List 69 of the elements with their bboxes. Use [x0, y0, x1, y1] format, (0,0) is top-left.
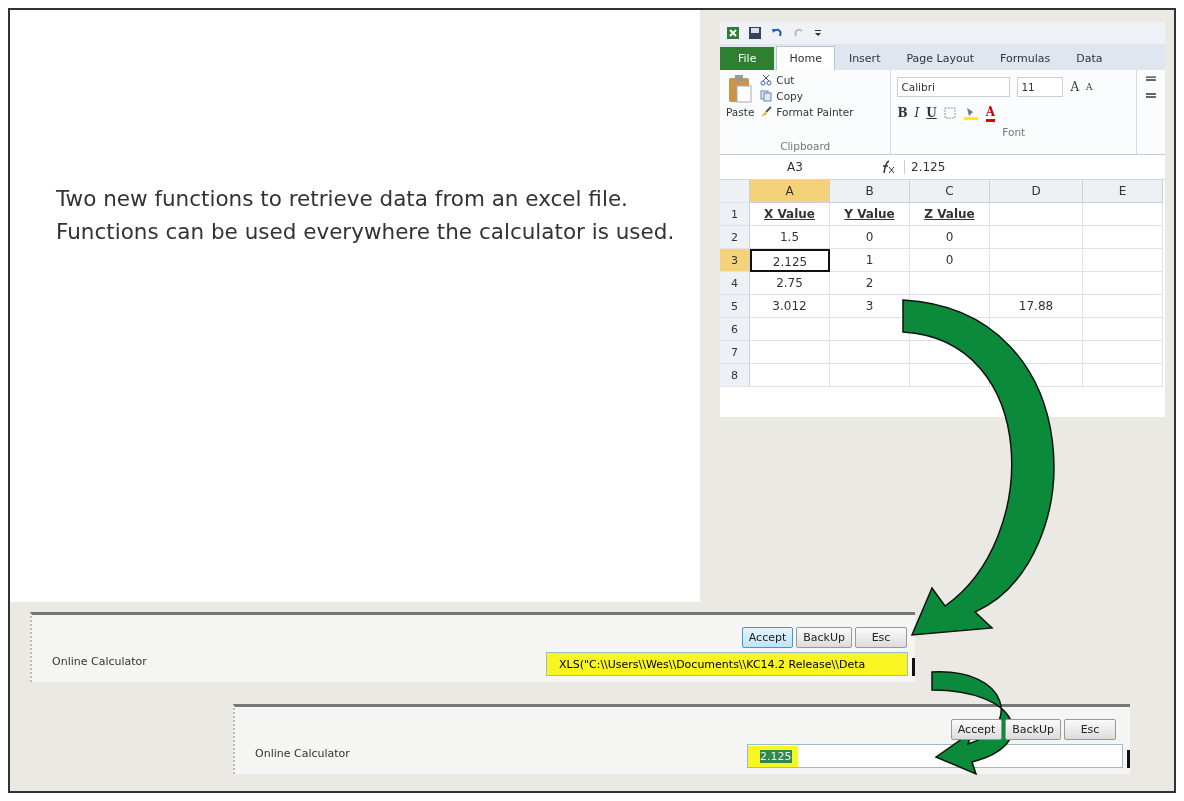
grow-font-button[interactable]: A [1070, 80, 1080, 94]
table-cell: 2 [830, 272, 910, 295]
calculator-input-field[interactable]: XLS("C:\\Users\\Wes\\Documents\\KC14.2 Release\\Deta [546, 652, 908, 676]
paintbrush-icon[interactable] [760, 106, 773, 118]
row-header[interactable]: 1 [720, 203, 750, 226]
calculator-button[interactable]: Accept [741, 627, 794, 648]
ribbon-tab[interactable]: Home [776, 46, 835, 70]
table-cell: Y Value [830, 203, 910, 226]
table-cell: 0 [910, 226, 990, 249]
group-label: Font [1001, 126, 1027, 140]
column-header[interactable]: C [910, 180, 990, 203]
description-text: Two new functions to retrieve data from an excel file. Functions can be used everywhere the calculator is used. [56, 185, 676, 246]
row-header[interactable]: 6 [720, 318, 750, 341]
table-cell: 17.88 [990, 295, 1083, 318]
table-cell: 1 [830, 249, 910, 272]
font-family-field[interactable]: Calibri [897, 77, 1011, 97]
table-cell: 1.5 [750, 226, 830, 249]
calculator-button[interactable]: Accept [950, 719, 1003, 740]
format-painter-button[interactable]: Format Painter [776, 106, 854, 118]
table-cell: 3.012 [750, 295, 830, 318]
calculator-value: XLS("C:\\Users\\Wes\\Documents\\KC14.2 Release\\Deta [559, 657, 866, 671]
text-cursor-icon [912, 658, 915, 676]
ribbon-tab[interactable]: Formulas [988, 47, 1063, 70]
scissors-icon[interactable] [760, 74, 773, 86]
row-header[interactable]: 5 [720, 295, 750, 318]
calculator-button[interactable]: BackUp [1005, 719, 1061, 740]
column-header[interactable]: B [830, 180, 910, 203]
clipboard-icon[interactable] [727, 74, 754, 104]
table-cell: 2.125 [750, 249, 830, 272]
row-header[interactable]: 8 [720, 364, 750, 387]
font-size-field[interactable]: 11 [1017, 77, 1064, 97]
column-header[interactable]: A [750, 180, 830, 203]
spreadsheet-app-icon[interactable] [726, 26, 740, 40]
column-header[interactable]: D [990, 180, 1083, 203]
calculator-label: Online Calculator [255, 747, 350, 762]
ribbon-tab[interactable]: Insert [836, 47, 893, 70]
calculator-button[interactable]: BackUp [796, 627, 852, 648]
calculator-button[interactable]: Esc [855, 627, 907, 648]
table-cell: Z Value [910, 203, 990, 226]
calculator-label: Online Calculator [52, 655, 147, 670]
text-cursor-icon [1127, 750, 1130, 768]
table-cell: 0 [910, 249, 990, 272]
table-cell: X Value [750, 203, 830, 226]
shrink-font-button[interactable]: A [1086, 82, 1093, 92]
paste-button[interactable]: Paste [726, 106, 755, 118]
row-header[interactable]: 4 [720, 272, 750, 295]
table-cell: 0 [830, 226, 910, 249]
row-header[interactable]: 3 [720, 249, 750, 272]
ribbon-tab[interactable]: Data [1064, 47, 1115, 70]
copy-button[interactable]: Copy [776, 90, 803, 102]
name-box[interactable]: A3 [720, 160, 870, 174]
save-icon[interactable] [748, 26, 762, 40]
file-tab[interactable]: File [720, 47, 775, 70]
underline-button[interactable]: U [926, 106, 937, 120]
group-label: Clipboard [779, 140, 832, 154]
formula-field[interactable]: 2.125 [904, 160, 1165, 174]
row-header[interactable]: 2 [720, 226, 750, 249]
cut-button[interactable]: Cut [776, 74, 795, 86]
row-header[interactable]: 7 [720, 341, 750, 364]
calculator-button[interactable]: Esc [1064, 719, 1116, 740]
ribbon-tab[interactable]: Page Layout [894, 47, 986, 70]
fill-color-icon[interactable] [962, 106, 979, 120]
calculator-value: 2.125 [760, 749, 792, 763]
customize-toolbar-icon[interactable] [814, 28, 822, 38]
column-header[interactable]: E [1083, 180, 1163, 203]
italic-button[interactable]: I [914, 106, 920, 120]
table-cell: 2.75 [750, 272, 830, 295]
bold-button[interactable]: B [897, 106, 908, 120]
font-color-button[interactable]: A [985, 104, 996, 122]
